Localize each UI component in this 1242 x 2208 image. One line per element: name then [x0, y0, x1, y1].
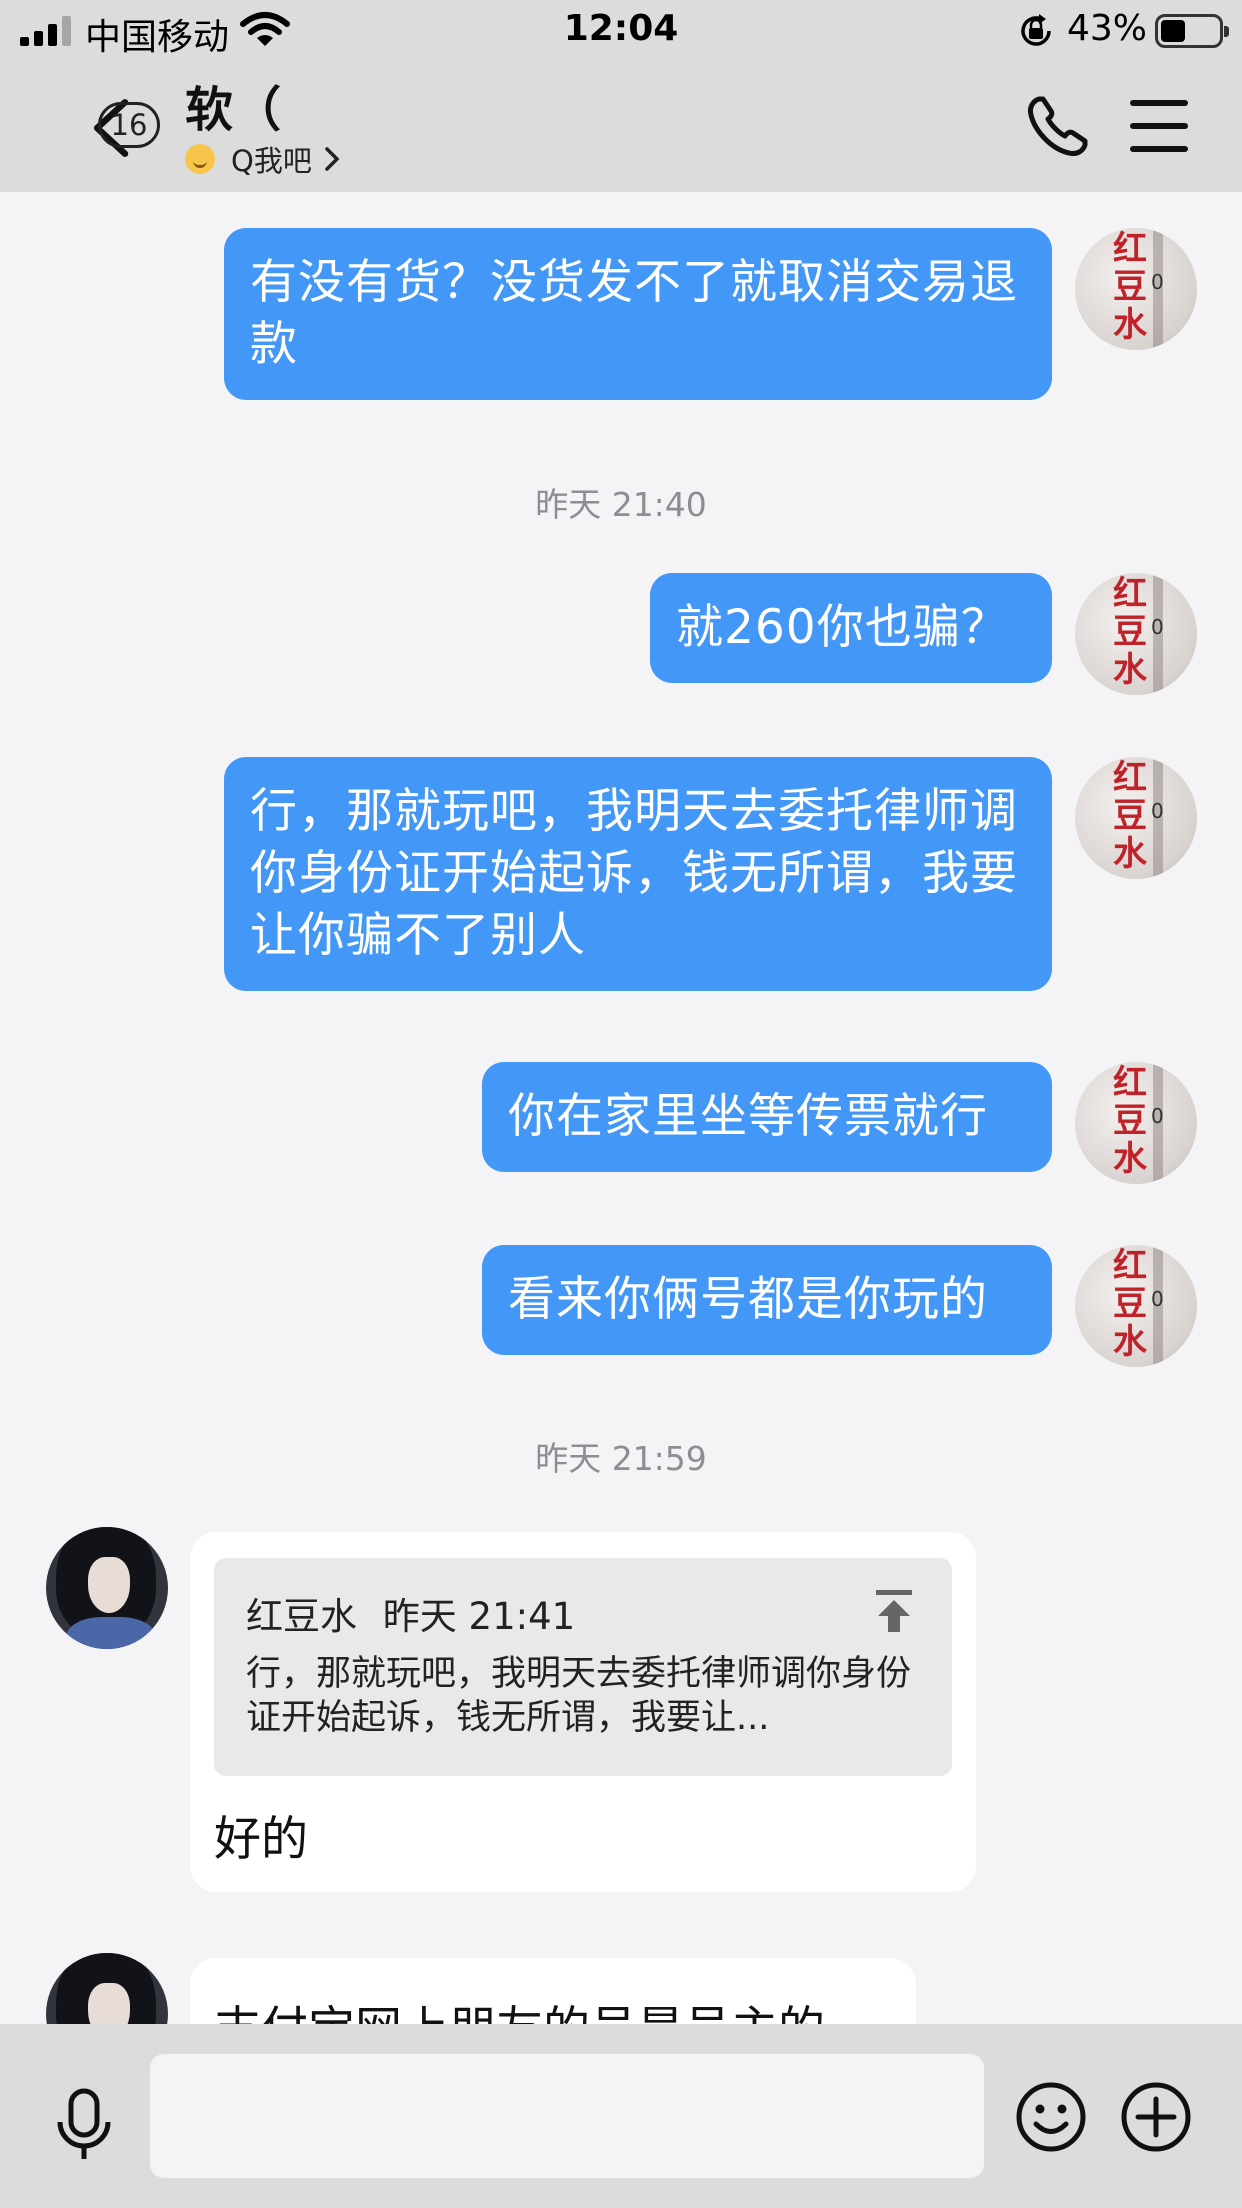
signal-icon: [20, 16, 74, 46]
self-avatar[interactable]: 红豆水0: [1075, 1062, 1197, 1184]
chevron-right-icon: [325, 147, 340, 171]
carrier-label: 中国移动: [85, 17, 230, 58]
message-input[interactable]: [150, 2054, 984, 2178]
outgoing-message[interactable]: 看来你俩号都是你玩的: [482, 1245, 1052, 1355]
contact-status-text: Q我吧: [231, 144, 312, 178]
message-text: 就260你也骗？: [676, 600, 1009, 655]
wifi-icon: [240, 12, 290, 46]
battery-icon: [1155, 14, 1229, 48]
message-text: 看来你俩号都是你玩的: [508, 1272, 988, 1327]
contact-name[interactable]: 软（: [185, 70, 281, 140]
self-avatar[interactable]: 红豆水0: [1075, 1245, 1197, 1367]
self-avatar[interactable]: 红豆水0: [1075, 573, 1197, 695]
message-text: 好的: [214, 1812, 308, 1867]
quote-author: 红豆水: [246, 1595, 357, 1638]
quoted-message[interactable]: 红豆水 昨天 21:41 行，那就玩吧，我明天去委托律师调你身份证开始起诉，钱无…: [214, 1558, 952, 1776]
contact-status[interactable]: Q我吧: [185, 140, 340, 178]
incoming-message[interactable]: 支付宝网上朋友的号是号主的: [190, 1958, 916, 2024]
quote-text: 行，那就玩吧，我明天去委托律师调你身份证开始起诉，钱无所谓，我要让...: [246, 1654, 912, 1738]
incoming-message[interactable]: 红豆水 昨天 21:41 行，那就玩吧，我明天去委托律师调你身份证开始起诉，钱无…: [190, 1532, 976, 1892]
quote-time: 昨天 21:41: [382, 1595, 576, 1638]
outgoing-message[interactable]: 行，那就玩吧，我明天去委托律师调你身份证开始起诉，钱无所谓，我要让你骗不了别人: [224, 757, 1052, 991]
phone-icon[interactable]: [1025, 95, 1089, 159]
self-avatar[interactable]: 红豆水0: [1075, 757, 1197, 879]
self-avatar[interactable]: 红豆水0: [1075, 228, 1197, 350]
smile-status-icon: [185, 144, 215, 174]
message-text: 支付宝网上朋友的号是号主的: [214, 1990, 825, 2024]
unread-count-badge[interactable]: 16: [98, 102, 160, 148]
battery-percent: 43%: [1067, 8, 1148, 49]
outgoing-message[interactable]: 你在家里坐等传票就行: [482, 1062, 1052, 1172]
contact-avatar[interactable]: [46, 1953, 168, 2024]
plus-icon[interactable]: [1120, 2081, 1192, 2153]
input-bar: [0, 2024, 1242, 2208]
timestamp: 昨天 21:40: [535, 485, 707, 524]
microphone-icon[interactable]: [54, 2088, 114, 2162]
outgoing-message[interactable]: 有没有货？没货发不了就取消交易退款: [224, 228, 1052, 400]
message-text: 你在家里坐等传票就行: [508, 1089, 988, 1144]
chat-history[interactable]: 有没有货？没货发不了就取消交易退款 红豆水0 昨天 21:40 就260你也骗？…: [0, 192, 1242, 2024]
menu-icon[interactable]: [1130, 100, 1188, 152]
outgoing-message[interactable]: 就260你也骗？: [650, 573, 1052, 683]
jump-to-message-icon[interactable]: [874, 1588, 914, 1634]
message-text: 行，那就玩吧，我明天去委托律师调你身份证开始起诉，钱无所谓，我要让你骗不了别人: [250, 784, 1018, 963]
message-text: 有没有货？没货发不了就取消交易退款: [250, 255, 1018, 372]
rotation-lock-icon: [1021, 14, 1051, 46]
emoji-icon[interactable]: [1015, 2081, 1087, 2153]
contact-avatar[interactable]: [46, 1527, 168, 1649]
timestamp: 昨天 21:59: [535, 1439, 707, 1478]
status-bar: 中国移动 12:04 43%: [0, 0, 1242, 62]
